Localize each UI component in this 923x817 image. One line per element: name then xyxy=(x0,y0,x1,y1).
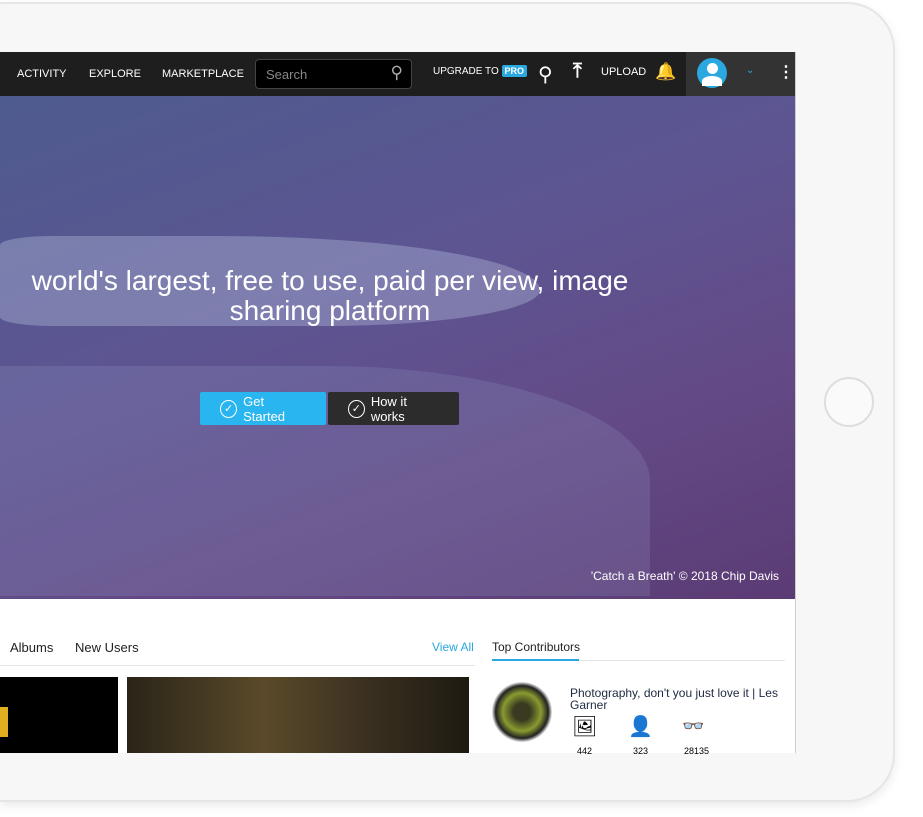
views-count: 28135 xyxy=(684,746,710,756)
nav-marketplace[interactable]: MARKETPLACE xyxy=(162,68,244,80)
pro-badge: PRO xyxy=(501,65,528,77)
get-started-label: Get Started xyxy=(243,393,286,424)
more-icon[interactable]: ⋮ xyxy=(778,62,794,82)
images-count: 442 xyxy=(577,746,593,756)
search-icon[interactable]: ⚲ xyxy=(538,62,553,87)
upload-icon[interactable]: ⤒ xyxy=(573,60,582,83)
chevron-down-icon[interactable]: ⌄ xyxy=(746,65,754,76)
check-circle-icon: ✓ xyxy=(220,399,238,418)
hero-banner: world's largest, free to use, paid per v… xyxy=(0,96,795,599)
top-contributors-title[interactable]: Top Contributors xyxy=(492,640,580,654)
upgrade-label: UPGRADE TO xyxy=(433,66,499,77)
tab-new-users[interactable]: New Users xyxy=(75,640,139,655)
how-it-works-label: How it works xyxy=(370,393,407,424)
get-started-button[interactable]: ✓ Get Started xyxy=(200,392,326,425)
nav-activity[interactable]: ACTIVITY xyxy=(17,68,67,80)
image-thumbnail[interactable] xyxy=(127,677,469,753)
user-menu[interactable]: ⌄ ⋮ xyxy=(686,52,795,96)
top-contributors-panel: Top Contributors Photography, don't you … xyxy=(492,640,785,756)
how-it-works-button[interactable]: ✓ How it works xyxy=(328,392,459,425)
upload-button[interactable]: UPLOAD xyxy=(601,66,646,78)
view-all-link[interactable]: View All xyxy=(432,640,474,654)
nav-explore[interactable]: EXPLORE xyxy=(89,68,141,80)
search-icon[interactable]: ⚲ xyxy=(391,63,403,83)
search-input[interactable]: Search ⚲ xyxy=(255,59,412,89)
add-user-icon: 👤 xyxy=(628,716,653,738)
followers-count: 323 xyxy=(633,746,649,756)
tab-albums[interactable]: Albums xyxy=(10,640,53,655)
hero-headline: world's largest, free to use, paid per v… xyxy=(31,265,629,326)
top-nav: ACTIVITY EXPLORE MARKETPLACE Search ⚲ UPG… xyxy=(0,52,795,96)
contributor-name[interactable]: Photography, don't you just love it | Le… xyxy=(570,687,782,711)
glasses-icon: 👓 xyxy=(682,716,705,736)
photo-credit: 'Catch a Breath' © 2018 Chip Davis xyxy=(590,569,779,583)
bell-icon[interactable]: 🔔 xyxy=(655,62,676,82)
contributor-avatar[interactable] xyxy=(492,682,552,742)
upgrade-link[interactable]: UPGRADE TO PRO xyxy=(433,65,528,77)
image-icon: 🖼 xyxy=(572,716,598,738)
screen: ACTIVITY EXPLORE MARKETPLACE Search ⚲ UPG… xyxy=(0,52,796,756)
divider xyxy=(0,665,475,666)
avatar[interactable] xyxy=(697,58,727,88)
home-button[interactable] xyxy=(824,377,874,427)
check-circle-icon: ✓ xyxy=(348,399,365,418)
image-thumbnail[interactable] xyxy=(0,677,118,753)
search-placeholder: Search xyxy=(266,67,308,82)
